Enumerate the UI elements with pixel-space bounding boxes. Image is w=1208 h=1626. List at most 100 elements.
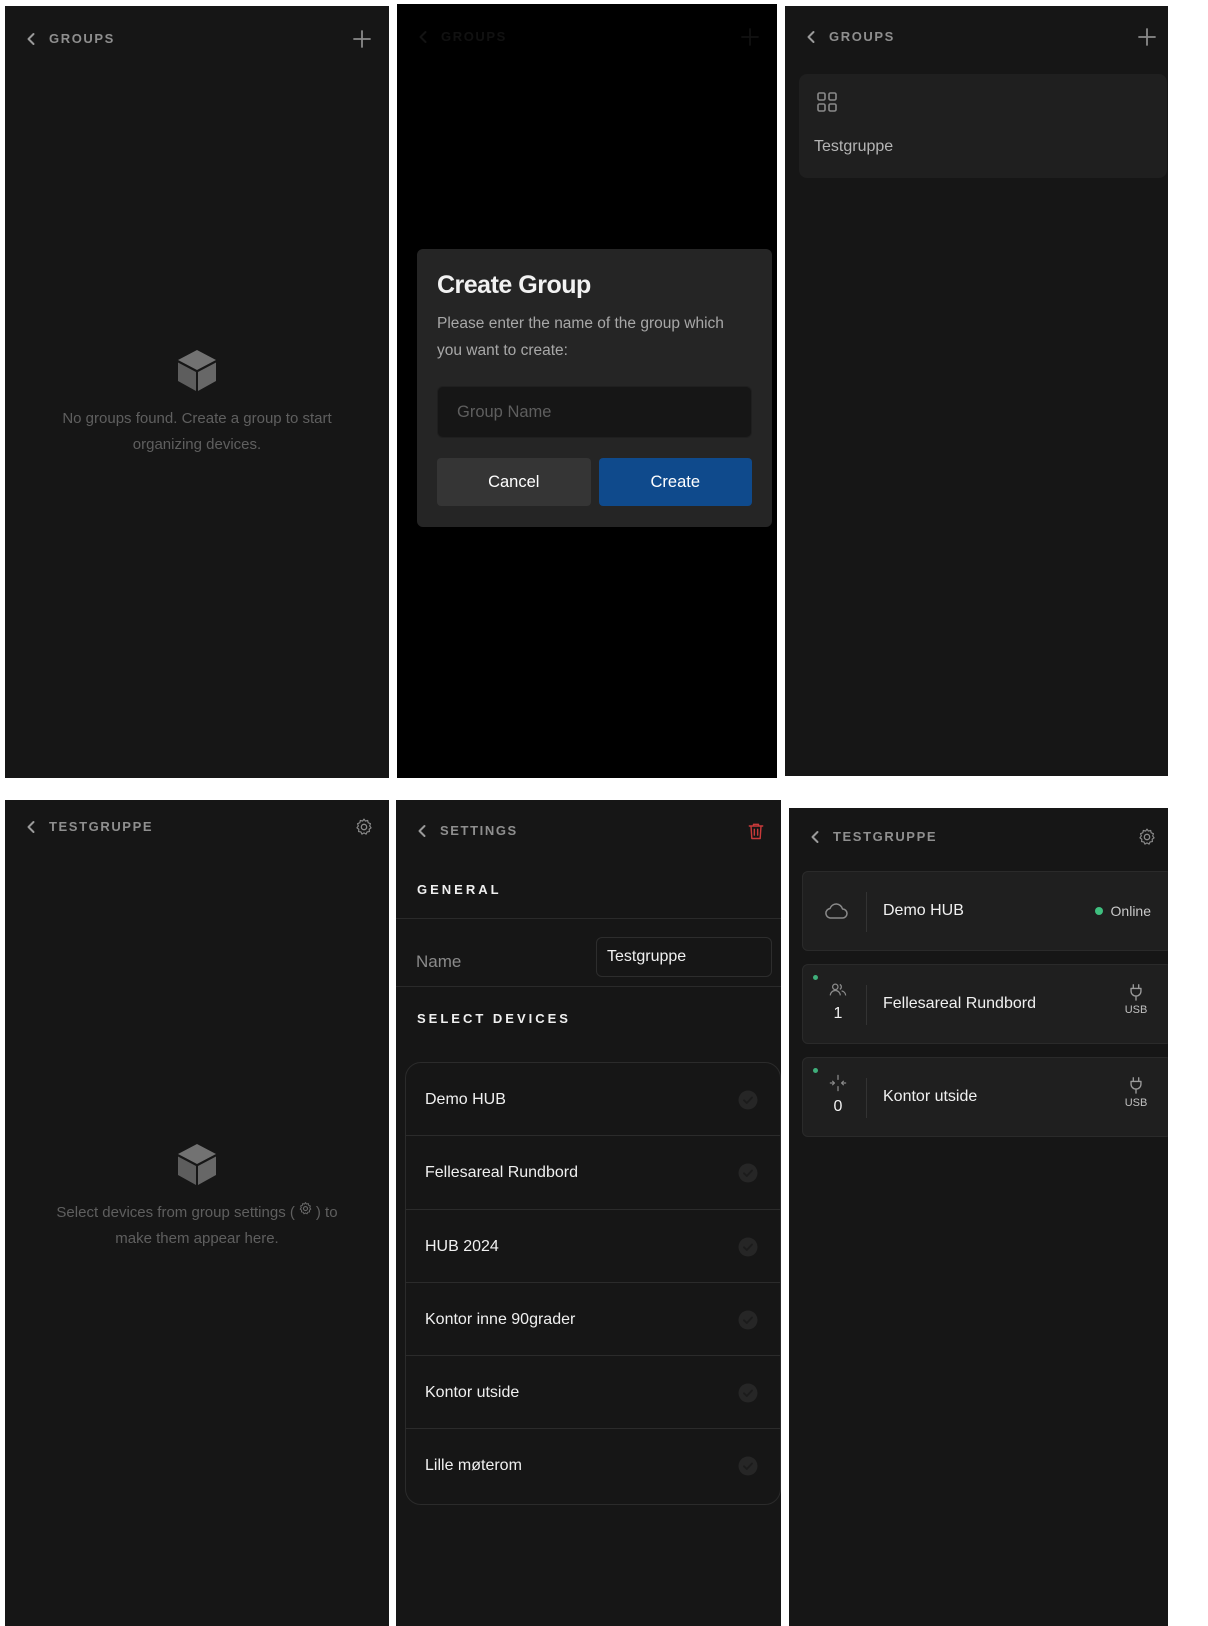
group-name: Testgruppe: [814, 138, 894, 155]
device-row-hub-2024[interactable]: HUB 2024: [406, 1210, 780, 1283]
device-select-list: Demo HUB Fellesareal Rundbord HUB 2024 K…: [405, 1062, 781, 1505]
name-label: Name: [416, 952, 462, 971]
status-dot: [813, 1068, 818, 1073]
screen-create-group: GROUPS Create Group Please enter the nam…: [397, 4, 777, 778]
device-row-demo-hub[interactable]: Demo HUB: [406, 1063, 780, 1137]
group-settings-button[interactable]: [351, 814, 377, 840]
device-name: Fellesareal Rundbord: [425, 1164, 578, 1182]
plug-icon: [1130, 984, 1142, 1001]
gear-icon: [299, 1202, 312, 1215]
page-title: GROUPS: [441, 29, 507, 44]
device-name: HUB 2024: [425, 1237, 499, 1255]
divider: [866, 985, 867, 1025]
plug-icon: [1130, 1077, 1142, 1094]
group-name-input[interactable]: [437, 386, 752, 438]
device-name: Kontor utside: [425, 1384, 520, 1402]
chevron-left-icon: [27, 821, 35, 833]
page-title: GROUPS: [829, 29, 895, 44]
gear-icon: [356, 818, 372, 835]
device-card[interactable]: 1 Fellesareal Rundbord USB: [802, 964, 1168, 1044]
occupancy-count: 1: [833, 1005, 843, 1022]
top-bar: GROUPS: [5, 6, 389, 72]
divider: [396, 918, 781, 919]
checkbox-icon[interactable]: [738, 1237, 758, 1257]
divider: [866, 1078, 867, 1118]
power-label: USB: [1124, 1097, 1148, 1109]
device-row-kontor-inne-90grader[interactable]: Kontor inne 90grader: [406, 1283, 780, 1357]
group-settings-button[interactable]: [1134, 824, 1160, 850]
page-title: GROUPS: [49, 31, 115, 46]
cube-icon: [178, 350, 216, 391]
group-name-field[interactable]: Testgruppe: [596, 937, 772, 977]
power-label: USB: [1124, 1004, 1148, 1016]
top-bar: TESTGRUPPE: [5, 800, 389, 866]
empty-message: Select devices from group settings ( ) t…: [5, 1200, 389, 1252]
top-bar: GROUPS: [785, 6, 1168, 72]
device-name: Kontor utside: [883, 1088, 978, 1105]
add-group-button[interactable]: [349, 26, 375, 52]
chevron-left-icon: [807, 31, 815, 43]
back-button[interactable]: [801, 26, 821, 48]
cube-icon: [178, 1144, 216, 1185]
plus-icon: [741, 28, 759, 46]
general-heading: GENERAL: [417, 882, 502, 897]
plus-icon: [1138, 28, 1156, 46]
device-name: Kontor inne 90grader: [425, 1310, 576, 1328]
create-button[interactable]: Create: [598, 458, 752, 506]
chevron-left-icon: [419, 31, 427, 43]
add-group-button[interactable]: [1134, 24, 1160, 50]
checkbox-icon[interactable]: [738, 1383, 758, 1403]
empty-message: No groups found. Create a group to start…: [62, 410, 332, 453]
chevron-left-icon: [811, 831, 819, 843]
empty-state: Select devices from group settings ( ) t…: [5, 1142, 389, 1252]
status-badge: Online: [1094, 872, 1151, 950]
divider: [396, 986, 781, 987]
back-button: [413, 26, 433, 48]
select-devices-heading: SELECT DEVICES: [417, 1011, 571, 1026]
power-indicator: USB: [1121, 983, 1151, 1016]
sensor-icon: [829, 1074, 847, 1092]
back-button[interactable]: [412, 820, 432, 842]
back-button[interactable]: [21, 28, 41, 50]
checkbox-icon[interactable]: [738, 1090, 758, 1110]
cloud-icon: [825, 903, 848, 919]
divider: [866, 892, 867, 932]
device-name: Demo HUB: [425, 1091, 506, 1108]
status-dot: [813, 975, 818, 980]
back-button[interactable]: [805, 826, 825, 848]
hub-card[interactable]: Demo HUB Online: [802, 871, 1168, 951]
device-row-kontor-utside[interactable]: Kontor utside: [406, 1356, 780, 1430]
online-dot: [1094, 907, 1103, 915]
create-group-dialog: Create Group Please enter the name of th…: [417, 249, 772, 527]
device-name: Fellesareal Rundbord: [883, 995, 1036, 1012]
back-button[interactable]: [21, 816, 41, 838]
top-bar: GROUPS: [397, 4, 777, 70]
screen-groups-list: GROUPS Testgruppe: [785, 6, 1168, 776]
device-row-lille-moterom[interactable]: Lille møterom: [406, 1429, 780, 1502]
device-name: Lille møterom: [425, 1457, 522, 1475]
dialog-buttons: Cancel Create: [437, 458, 752, 506]
occupancy-indicator: 1: [825, 981, 851, 1023]
plus-icon: [353, 30, 371, 48]
checkbox-icon[interactable]: [738, 1310, 758, 1330]
device-row-fellesareal-rundbord[interactable]: Fellesareal Rundbord: [406, 1136, 780, 1210]
screen-group-empty: TESTGRUPPE Select devices from group set…: [5, 800, 389, 1626]
add-group-button: [737, 24, 763, 50]
checkbox-icon[interactable]: [738, 1163, 758, 1183]
hub-name: Demo HUB: [883, 902, 964, 919]
chevron-left-icon: [418, 825, 426, 837]
group-card[interactable]: Testgruppe: [799, 74, 1167, 178]
people-icon: [829, 983, 847, 996]
power-indicator: USB: [1121, 1076, 1151, 1109]
checkbox-icon[interactable]: [738, 1456, 758, 1476]
screen-group-settings: SETTINGS GENERAL Name Testgruppe SELECT …: [396, 800, 781, 1626]
delete-group-button[interactable]: [743, 818, 769, 844]
screen-groups-empty: GROUPS No groups found. Create a group t…: [5, 6, 389, 778]
cancel-button[interactable]: Cancel: [437, 458, 591, 506]
screen-group-devices: TESTGRUPPE Demo HUB Online 1 Fellesareal…: [789, 808, 1168, 1626]
page-title: SETTINGS: [440, 823, 518, 838]
dialog-title: Create Group: [437, 271, 591, 299]
occupancy-count: 0: [833, 1098, 843, 1115]
occupancy-indicator: 0: [825, 1074, 851, 1116]
device-card[interactable]: 0 Kontor utside USB: [802, 1057, 1168, 1137]
